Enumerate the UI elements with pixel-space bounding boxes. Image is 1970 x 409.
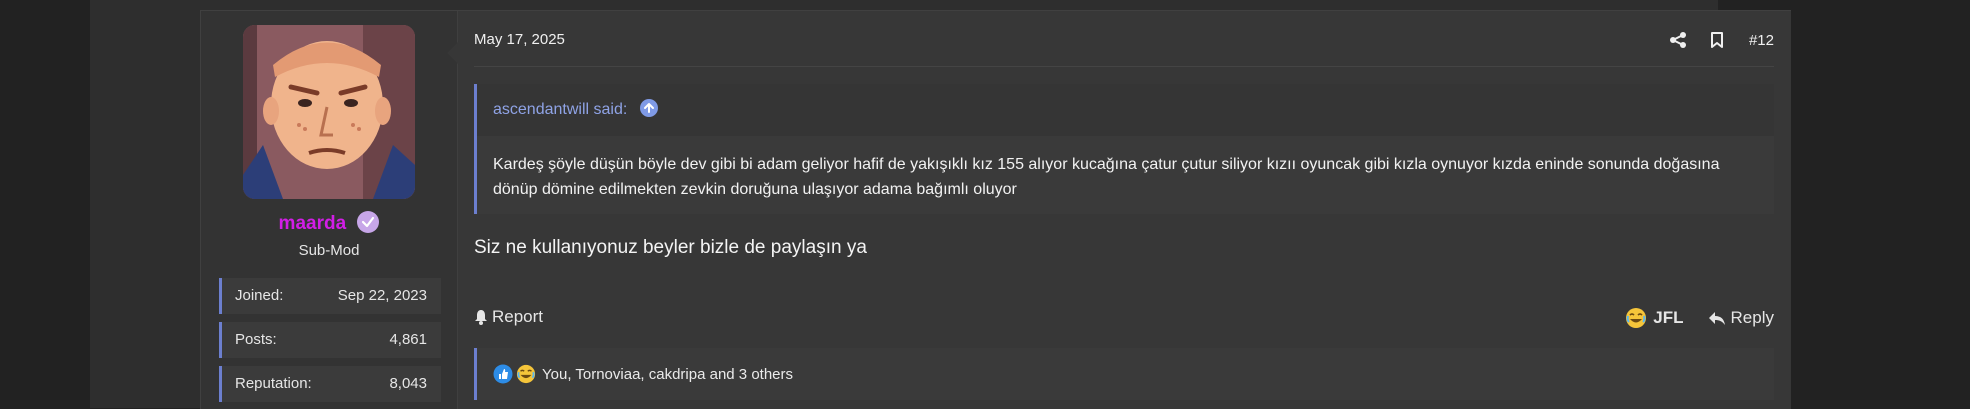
avatar-image (243, 25, 415, 199)
page-column: maarda Sub-Mod Joined: Sep 22, 2023 Post… (90, 0, 1791, 409)
quote-header: ascendantwill said: (477, 84, 1774, 136)
stat-reputation: Reputation: 8,043 (219, 366, 441, 402)
post-message: Siz ne kullanıyonuz beyler bizle de payl… (474, 237, 867, 258)
stat-label: Posts: (235, 331, 277, 348)
post-pointer (447, 41, 459, 65)
report-link[interactable]: Report (474, 307, 543, 327)
stat-posts: Posts: 4,861 (219, 322, 441, 358)
stat-value: 8,043 (389, 375, 427, 392)
post-date[interactable]: May 17, 2025 (474, 31, 565, 48)
laughing-emoji-icon (516, 364, 536, 384)
reaction-button[interactable]: JFL (1625, 307, 1684, 329)
stat-joined: Joined: Sep 22, 2023 (219, 278, 441, 314)
quote-block: ascendantwill said: Kardeş şöyle düşün b… (474, 84, 1774, 214)
like-emoji-icon (493, 364, 513, 384)
stat-value: Sep 22, 2023 (337, 287, 427, 304)
reply-arrow-icon (1708, 310, 1726, 326)
avatar[interactable] (243, 25, 415, 199)
reaction-label: JFL (1653, 308, 1684, 327)
laughing-emoji-icon (1625, 307, 1647, 329)
stat-label: Reputation: (235, 375, 312, 392)
post-footer-actions: JFL Reply (1625, 307, 1774, 329)
reply-button[interactable]: Reply (1708, 308, 1774, 328)
post-main: May 17, 2025 #12 ascendantwill said: Kar… (474, 11, 1774, 409)
post-header-actions: #12 (1647, 27, 1774, 53)
header-divider (474, 66, 1774, 67)
username-row: maarda (201, 211, 457, 235)
reactions-bar[interactable]: You, Tornoviaa, cakdripa and 3 others (474, 348, 1774, 400)
stat-label: Joined: (235, 287, 284, 304)
bookmark-icon[interactable] (1709, 31, 1725, 49)
report-label: Report (492, 307, 544, 326)
post-number[interactable]: #12 (1749, 32, 1774, 49)
user-title: Sub-Mod (298, 242, 360, 259)
quote-text: Kardeş şöyle düşün böyle dev gibi bi ada… (493, 156, 1720, 198)
arrow-up-icon[interactable] (639, 99, 658, 117)
forum-post: maarda Sub-Mod Joined: Sep 22, 2023 Post… (200, 10, 1791, 409)
reactions-summary[interactable]: You, Tornoviaa, cakdripa and 3 others (542, 366, 793, 383)
reply-label: Reply (1730, 308, 1774, 327)
stat-value: 4,861 (389, 331, 427, 348)
bell-icon (474, 309, 488, 325)
verified-badge-icon (357, 211, 380, 233)
quote-author-link[interactable]: ascendantwill said: (493, 101, 627, 118)
share-icon[interactable] (1669, 31, 1687, 49)
username-link[interactable]: maarda (279, 213, 347, 234)
user-info-column: maarda Sub-Mod Joined: Sep 22, 2023 Post… (201, 11, 458, 409)
